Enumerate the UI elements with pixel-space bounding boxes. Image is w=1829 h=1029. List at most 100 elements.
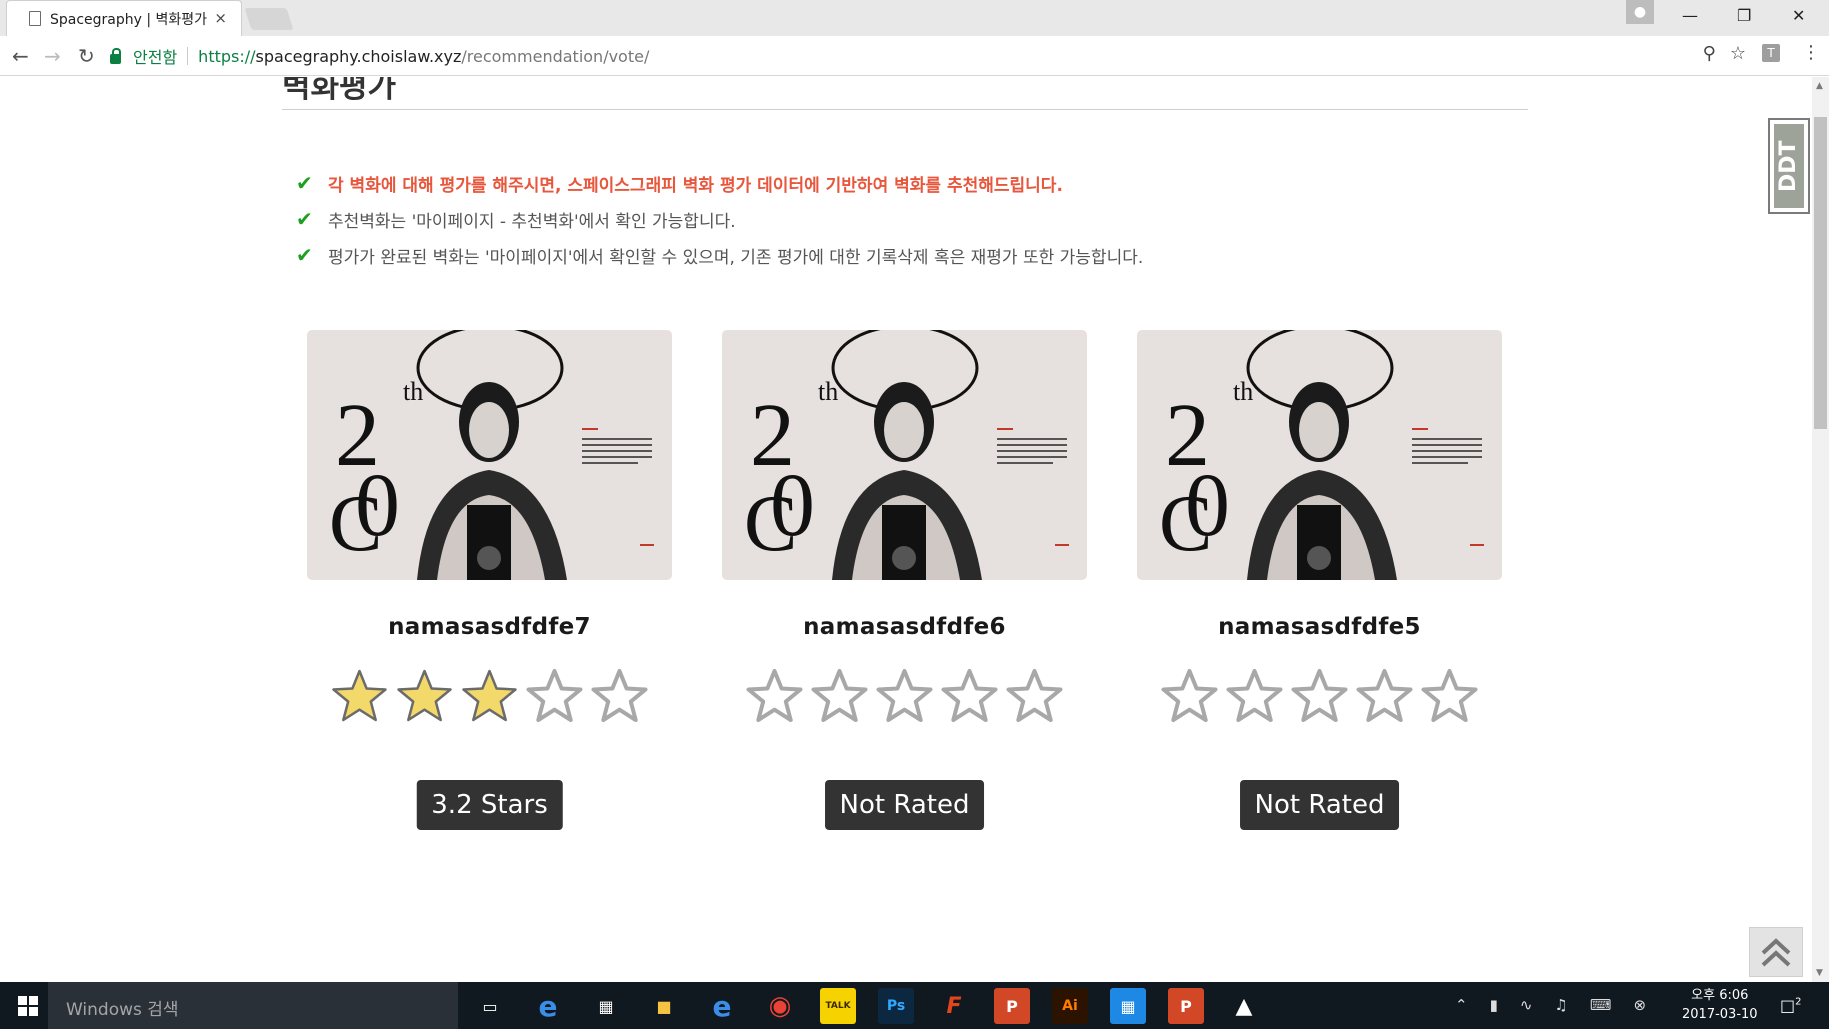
star-empty-icon[interactable]	[1356, 668, 1413, 725]
notice-text: 평가가 완료된 벽화는 '마이페이지'에서 확인할 수 있으며, 기존 평가에 …	[328, 247, 1144, 268]
star-filled-icon[interactable]	[461, 668, 518, 725]
mural-image[interactable]: 2 0 Cth	[307, 330, 672, 580]
store-icon[interactable]: ▦	[588, 988, 624, 1024]
taskbar-search[interactable]: Windows 검색	[48, 982, 458, 1029]
photos-icon[interactable]: ▲	[1226, 988, 1262, 1024]
mural-image[interactable]: 2 0 Cth	[1137, 330, 1502, 580]
page-title: 벽화평가	[282, 77, 397, 105]
back-icon[interactable]: ←	[12, 44, 29, 68]
ddt-widget[interactable]: DDT	[1768, 118, 1810, 214]
star-rating[interactable]	[1137, 668, 1502, 725]
star-empty-icon[interactable]	[1161, 668, 1218, 725]
page-scrollbar[interactable]: ▲ ▼	[1812, 77, 1829, 982]
keyboard-icon[interactable]: ⌨	[1590, 996, 1612, 1014]
address-separator	[187, 47, 189, 65]
taskbar-clock[interactable]: 오후 6:06 2017-03-10	[1682, 986, 1758, 1024]
kakaotalk-icon[interactable]: TALK	[820, 988, 856, 1024]
star-rating[interactable]	[722, 668, 1087, 725]
ftp-app-icon[interactable]: F	[936, 988, 972, 1024]
secure-label: 안전함	[133, 48, 178, 67]
star-rating[interactable]	[307, 668, 672, 725]
ime-icon[interactable]: ⊗	[1634, 996, 1647, 1014]
notice-item: ✔ 각 벽화에 대해 평가를 해주시면, 스페이스그래피 벽화 평가 데이터에 …	[296, 165, 1143, 201]
svg-text:C: C	[329, 480, 382, 568]
mural-name: namasasdfdfe5	[1218, 614, 1421, 640]
url-host: spacegraphy.choislaw.xyz	[255, 46, 462, 66]
scroll-up-icon[interactable]: ▲	[1816, 81, 1823, 91]
star-filled-icon[interactable]	[331, 668, 388, 725]
star-empty-icon[interactable]	[941, 668, 998, 725]
star-empty-icon[interactable]	[876, 668, 933, 725]
tab-title: Spacegraphy | 벽화평가	[50, 11, 208, 28]
scroll-down-icon[interactable]: ▼	[1816, 968, 1823, 978]
notification-count: 2	[1795, 996, 1802, 1008]
svg-text:th: th	[403, 377, 423, 406]
star-empty-icon[interactable]	[1226, 668, 1283, 725]
wifi-icon[interactable]: ∿	[1520, 996, 1533, 1014]
url-scheme: https://	[198, 46, 256, 66]
forward-icon[interactable]: →	[44, 44, 61, 68]
heading-divider	[282, 109, 1528, 110]
rating-badge: Not Rated	[1239, 780, 1400, 830]
double-chevron-up-icon	[1761, 938, 1791, 967]
star-empty-icon[interactable]	[746, 668, 803, 725]
mural-artwork: 20Cth	[329, 330, 654, 580]
powerpoint-icon-2[interactable]: P	[1168, 988, 1204, 1024]
scroll-thumb[interactable]	[1814, 117, 1827, 429]
mural-artwork: 20Cth	[1159, 330, 1484, 580]
bookmark-star-icon[interactable]: ☆	[1730, 43, 1746, 64]
powerpoint-icon[interactable]: P	[994, 988, 1030, 1024]
notice-item: ✔ 추천벽화는 '마이페이지 - 추천벽화'에서 확인 가능합니다.	[296, 201, 1143, 237]
windows-start-icon[interactable]	[18, 996, 38, 1016]
clock-time: 오후 6:06	[1691, 988, 1749, 1003]
reader-app-icon[interactable]: ▦	[1110, 988, 1146, 1024]
edge-icon[interactable]: e	[530, 988, 566, 1024]
check-icon: ✔	[296, 243, 313, 267]
star-empty-icon[interactable]	[591, 668, 648, 725]
windows-taskbar: Windows 검색 ▭ e ▦ ■ e ◉ TALK Ps F P Ai ▦ …	[0, 982, 1829, 1029]
profile-icon[interactable]: ●	[1626, 0, 1654, 24]
battery-icon[interactable]: ▮	[1490, 996, 1498, 1014]
chrome-icon[interactable]: ◉	[762, 988, 798, 1024]
tray-chevron-up-icon[interactable]: ⌃	[1455, 996, 1468, 1014]
clock-date: 2017-03-10	[1682, 1007, 1758, 1022]
check-icon: ✔	[296, 171, 313, 195]
back-to-top-button[interactable]	[1749, 927, 1803, 977]
file-explorer-icon[interactable]: ■	[646, 988, 682, 1024]
address-bar[interactable]: 안전함 https:// spacegraphy.choislaw.xyz /r…	[110, 41, 1746, 71]
mural-card: 2 0 Cth namasasdfdfe6 Not Rated	[722, 330, 1087, 830]
browser-tab[interactable]: Spacegraphy | 벽화평가 ×	[6, 0, 242, 36]
mural-name: namasasdfdfe6	[803, 614, 1006, 640]
minimize-icon[interactable]: —	[1682, 6, 1698, 25]
star-empty-icon[interactable]	[1421, 668, 1478, 725]
new-tab-button[interactable]	[244, 8, 294, 30]
star-empty-icon[interactable]	[1006, 668, 1063, 725]
reload-icon[interactable]: ↻	[78, 44, 95, 68]
lock-icon	[110, 48, 121, 64]
mural-name: namasasdfdfe7	[388, 614, 591, 640]
browser-menu-icon[interactable]: ⋮	[1802, 42, 1820, 63]
photoshop-icon[interactable]: Ps	[878, 988, 914, 1024]
notice-item: ✔ 평가가 완료된 벽화는 '마이페이지'에서 확인할 수 있으며, 기존 평가…	[296, 237, 1143, 273]
extension-icon[interactable]: T	[1762, 44, 1780, 62]
star-empty-icon[interactable]	[1291, 668, 1348, 725]
notice-list: ✔ 각 벽화에 대해 평가를 해주시면, 스페이스그래피 벽화 평가 데이터에 …	[296, 165, 1143, 273]
svg-text:th: th	[1233, 377, 1253, 406]
notice-text: 추천벽화는 '마이페이지 - 추천벽화'에서 확인 가능합니다.	[328, 211, 736, 232]
task-view-icon[interactable]: ▭	[472, 988, 508, 1024]
illustrator-icon[interactable]: Ai	[1052, 988, 1088, 1024]
check-icon: ✔	[296, 207, 313, 231]
close-window-icon[interactable]: ✕	[1792, 6, 1805, 25]
volume-icon[interactable]: ♫	[1554, 996, 1567, 1014]
restore-icon[interactable]: ❐	[1737, 6, 1751, 25]
taskbar-search-placeholder: Windows 검색	[66, 1000, 179, 1020]
action-center-icon[interactable]: □2	[1780, 996, 1802, 1015]
star-empty-icon[interactable]	[526, 668, 583, 725]
tab-close-icon[interactable]: ×	[214, 9, 227, 27]
mural-artwork: 20Cth	[744, 330, 1069, 580]
mural-image[interactable]: 2 0 Cth	[722, 330, 1087, 580]
zoom-icon[interactable]: ⚲	[1703, 43, 1716, 64]
star-empty-icon[interactable]	[811, 668, 868, 725]
star-filled-icon[interactable]	[396, 668, 453, 725]
internet-explorer-icon[interactable]: e	[704, 988, 740, 1024]
